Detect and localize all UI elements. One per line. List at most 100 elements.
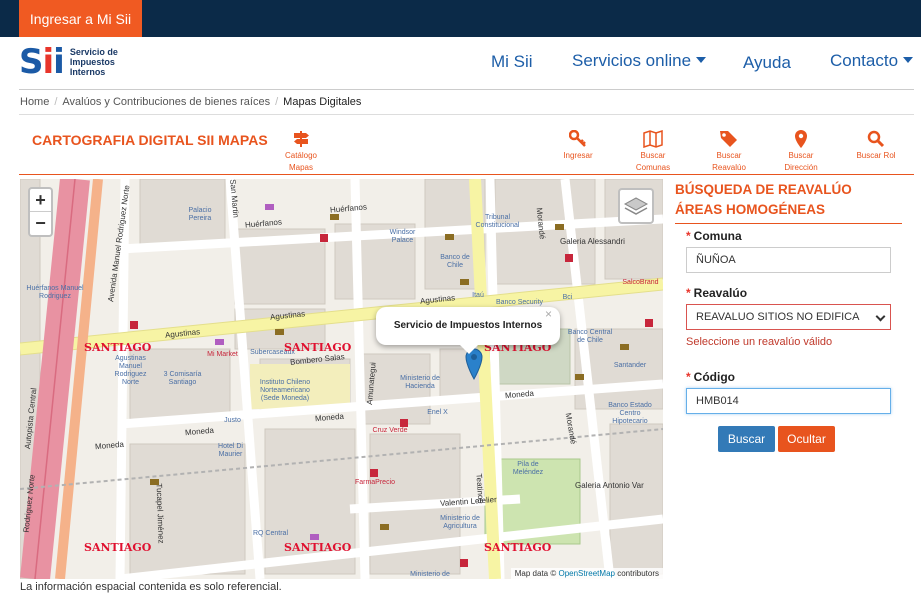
nav-ayuda[interactable]: Ayuda — [743, 53, 791, 73]
required-mark: * — [686, 229, 691, 243]
poi-label: Banco Security — [495, 299, 544, 306]
sii-logo[interactable]: Sii Servicio de Impuestos Internos — [19, 45, 118, 79]
panel-divider — [675, 223, 902, 224]
buscar-comunas-button[interactable]: Buscar Comunas — [630, 130, 676, 174]
poi-label: Ministerio de Educación — [410, 571, 450, 578]
buscar-reavaluo-button[interactable]: Buscar Reavalúo — [706, 130, 752, 174]
logo-line-2: Impuestos — [69, 57, 115, 67]
required-mark: * — [686, 370, 691, 384]
catalogo-mapas-button[interactable]: Catálogo Mapas — [277, 130, 325, 174]
chevron-down-icon — [903, 56, 914, 63]
openstreetmap-link[interactable]: OpenStreetMap — [558, 569, 614, 578]
poi-label: Agustinas Manuel Rodriguez Norte — [114, 355, 147, 386]
poi-label: Ministerio de Agricultura — [440, 515, 480, 530]
breadcrumb-home[interactable]: Home — [20, 96, 49, 108]
district-label: SANTIAGO — [84, 341, 152, 354]
district-label: SANTIAGO — [284, 541, 352, 554]
search-icon — [867, 130, 885, 148]
codigo-label: * Código — [686, 370, 735, 384]
poi-label: Banco Central de Chile — [567, 329, 613, 344]
breadcrumb-avaluos[interactable]: Avalúos y Contribuciones de bienes raíce… — [62, 96, 270, 108]
key-icon — [569, 130, 586, 147]
poi-label: Mi Market — [207, 351, 238, 358]
map-attribution: Map data © OpenStreetMap contributors — [510, 568, 663, 579]
breadcrumb-divider — [19, 114, 914, 115]
poi-label: Hotel Di Maurier — [218, 443, 243, 458]
reavaluo-label-2: Reavalúo — [712, 163, 746, 172]
poi-label: Tribunal Constitucional — [475, 214, 520, 229]
reavaluo-label-text: Reavalúo — [693, 286, 748, 300]
codigo-label-text: Código — [693, 370, 735, 384]
comuna-label: * Comuna — [686, 229, 742, 243]
zoom-in-button[interactable]: + — [30, 189, 51, 212]
poi-label: FarmaPrecio — [354, 479, 396, 486]
layers-icon — [623, 197, 649, 215]
reavaluo-selected-value: REAVALUO SITIOS NO EDIFICA — [696, 311, 860, 323]
nav-mi-sii[interactable]: Mi Sii — [491, 52, 533, 72]
district-label: SANTIAGO — [484, 541, 552, 554]
nav-servicios-label: Servicios online — [572, 51, 692, 70]
poi-label: SalcoBrand — [622, 279, 659, 286]
close-icon[interactable]: × — [545, 295, 552, 333]
ingresar-button[interactable]: Ingresar — [556, 130, 600, 162]
poi-label: Enel X — [427, 409, 448, 416]
panel-title: BÚSQUEDA DE REAVALÚO ÁREAS HOMOGÉNEAS — [675, 180, 905, 220]
signpost-icon — [294, 131, 309, 147]
zoom-out-button[interactable]: − — [30, 212, 51, 235]
page-title: CARTOGRAFIA DIGITAL SII MAPAS — [32, 132, 268, 148]
panel-title-line-2: ÁREAS HOMOGÉNEAS — [675, 202, 826, 217]
poi-label: 3 Comisaría Santiago — [163, 371, 202, 386]
poi-label: Banco Estado Centro Hipotecario — [608, 402, 652, 425]
poi-label: RQ Central — [252, 530, 288, 537]
login-mi-sii-button[interactable]: Ingresar a Mi Sii — [19, 0, 142, 37]
map-icon — [643, 130, 663, 148]
sii-logo-mark: Sii — [19, 42, 65, 82]
buscar-button[interactable]: Buscar — [718, 426, 775, 452]
required-mark: * — [686, 286, 691, 300]
direccion-label-1: Buscar — [788, 151, 814, 160]
buscar-direccion-button[interactable]: Buscar Dirección — [778, 130, 824, 174]
popup-text: Servicio de Impuestos Internos — [393, 320, 543, 331]
poi-label: Ministerio de Hacienda — [400, 375, 440, 390]
logo-line-1: Servicio de — [69, 47, 118, 57]
header-divider — [19, 89, 914, 90]
sii-logo-text: Servicio de Impuestos Internos — [70, 47, 118, 77]
buscar-rol-button[interactable]: Buscar Rol — [850, 130, 902, 162]
nav-servicios-online[interactable]: Servicios online — [572, 51, 707, 71]
breadcrumb: Home / Avalúos y Contribuciones de bienes … — [20, 96, 362, 108]
layers-button[interactable] — [618, 188, 654, 224]
comuna-label-text: Comuna — [693, 229, 742, 243]
catalogo-label-1: Catálogo — [284, 151, 318, 160]
map-canvas[interactable]: Huérfanos Huérfanos Agustinas Agustinas … — [20, 179, 663, 579]
map-popup: Servicio de Impuestos Internos × — [376, 307, 560, 354]
reavaluo-select[interactable]: REAVALUO SITIOS NO EDIFICA — [686, 304, 891, 330]
poi-label: Instituto Chileno Norteamericano (Sede M… — [259, 379, 311, 402]
chevron-down-icon — [696, 56, 707, 63]
nav-contacto[interactable]: Contacto — [830, 51, 914, 71]
comunas-label-1: Buscar — [640, 151, 666, 160]
poi-label: Cruz Verde — [372, 427, 408, 434]
reavaluo-error: Seleccione un reavalúo válido — [686, 336, 833, 348]
zoom-control: + − — [28, 187, 53, 237]
nav-contacto-label: Contacto — [830, 51, 899, 70]
comuna-input[interactable]: ÑUÑOA — [686, 247, 891, 273]
map-marker-icon — [795, 130, 807, 148]
poi-label: Bci — [562, 294, 573, 301]
street-label: Galeria Alessandri — [560, 237, 625, 246]
direccion-label-2: Dirección — [784, 163, 818, 172]
comunas-label-2: Comunas — [635, 163, 671, 172]
attribution-suffix: contributors — [617, 569, 659, 578]
top-bar: Ingresar a Mi Sii — [0, 0, 921, 37]
poi-label: Huérfanos Manuel Rodriguez — [26, 285, 84, 300]
district-label: SANTIAGO — [284, 341, 352, 354]
poi-label: Palacio Pereira — [188, 207, 212, 222]
toolbar-divider — [19, 174, 914, 175]
map-footnote: La información espacial contenida es sol… — [20, 581, 282, 593]
chevron-down-icon — [875, 311, 886, 322]
ocultar-button[interactable]: Ocultar — [778, 426, 835, 452]
ingresar-label: Ingresar — [563, 151, 593, 160]
codigo-input[interactable]: HMB014 — [686, 388, 891, 414]
poi-label: Pila de Meléndez — [512, 461, 544, 476]
breadcrumb-current: Mapas Digitales — [283, 96, 362, 108]
reavaluo-label-1: Buscar — [716, 151, 742, 160]
